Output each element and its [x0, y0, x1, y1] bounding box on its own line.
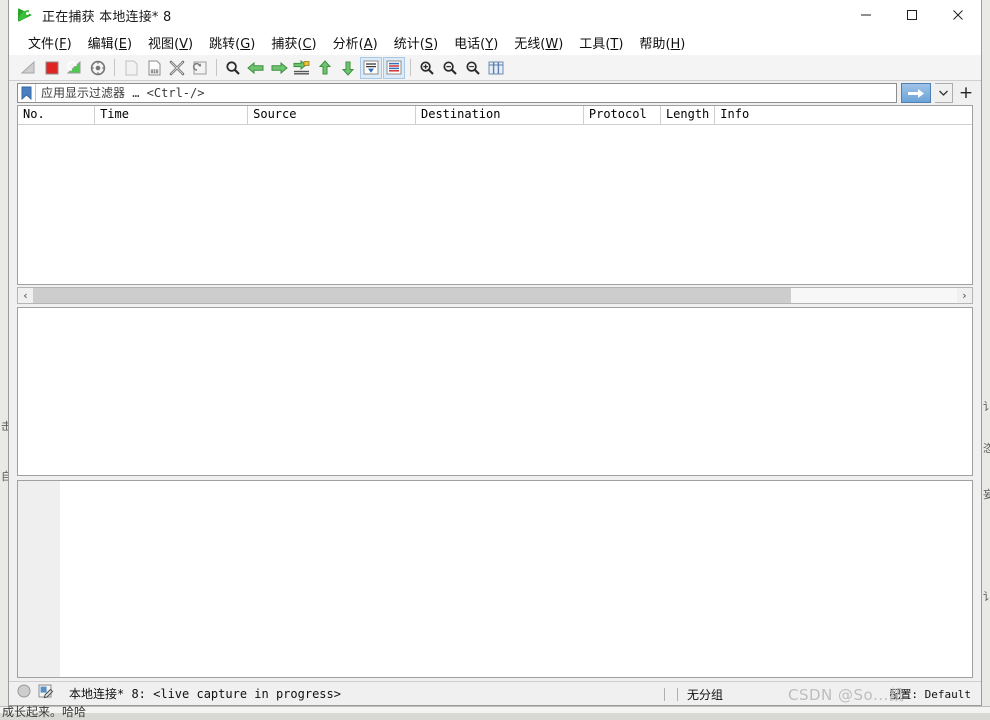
display-filter-bar: + — [9, 81, 981, 105]
svg-text:010: 010 — [150, 69, 158, 74]
background-text-fragment: 妄 — [983, 486, 990, 502]
go-back-button[interactable] — [245, 57, 267, 79]
toolbar-separator — [114, 59, 115, 76]
menu-item-view[interactable]: 视图(V) — [140, 30, 201, 55]
close-icon[interactable] — [935, 0, 981, 30]
apply-filter-button[interactable] — [901, 83, 931, 103]
wireshark-main-window: 正在捕获 本地连接* 8 文件(F) 编辑(E) 视图(V) 跳转(G) 捕获(… — [8, 0, 982, 706]
stop-capture-button[interactable] — [41, 57, 63, 79]
menu-item-tools[interactable]: 工具(T) — [571, 30, 631, 55]
bytes-hex-column[interactable] — [60, 481, 972, 677]
toolbar-separator — [216, 59, 217, 76]
status-divider — [664, 688, 665, 701]
packet-list-rows[interactable] — [18, 125, 972, 284]
menu-item-go[interactable]: 跳转(G) — [201, 30, 263, 55]
status-bar-middle: 无分组 — [664, 682, 723, 706]
column-header-no[interactable]: No. — [18, 106, 95, 124]
background-text-fragment: 讠 — [983, 398, 990, 414]
open-file-button[interactable] — [120, 57, 142, 79]
packet-group-label[interactable]: 无分组 — [687, 686, 723, 703]
go-to-packet-button[interactable] — [291, 57, 313, 79]
column-header-info[interactable]: Info — [715, 106, 972, 124]
menu-item-telephony[interactable]: 电话(Y) — [446, 30, 506, 55]
scrollbar-thumb[interactable] — [33, 288, 791, 303]
menu-item-file[interactable]: 文件(F) — [20, 30, 80, 55]
restart-capture-button[interactable] — [64, 57, 86, 79]
go-to-last-button[interactable] — [337, 57, 359, 79]
close-file-button[interactable] — [166, 57, 188, 79]
go-to-first-button[interactable] — [314, 57, 336, 79]
go-forward-button[interactable] — [268, 57, 290, 79]
column-header-destination[interactable]: Destination — [416, 106, 584, 124]
maximize-icon[interactable] — [889, 0, 935, 30]
capture-options-button[interactable] — [87, 57, 109, 79]
capture-status-circle-icon[interactable] — [17, 684, 31, 703]
status-bar-left: 本地连接* 8: <live capture in progress> — [17, 684, 341, 704]
minimize-icon[interactable] — [843, 0, 889, 30]
display-filter-input[interactable] — [36, 84, 896, 102]
menu-bar: 文件(F) 编辑(E) 视图(V) 跳转(G) 捕获(C) 分析(A) 统计(S… — [9, 30, 981, 55]
packet-bytes-pane[interactable] — [17, 480, 973, 678]
background-taskbar-strip — [0, 706, 990, 713]
background-text-fragment: 恣 — [983, 440, 990, 456]
column-header-length[interactable]: Length — [661, 106, 715, 124]
status-bar: 本地连接* 8: <live capture in progress> 无分组 … — [9, 681, 981, 705]
zoom-out-button[interactable] — [439, 57, 461, 79]
find-packet-button[interactable] — [222, 57, 244, 79]
packet-list-pane[interactable]: No. Time Source Destination Protocol Len… — [17, 105, 973, 285]
chevron-right-icon[interactable]: › — [957, 288, 972, 303]
window-controls — [843, 0, 981, 30]
menu-item-statistics[interactable]: 统计(S) — [386, 30, 446, 55]
add-filter-button[interactable]: + — [957, 83, 975, 103]
column-header-time[interactable]: Time — [95, 106, 248, 124]
main-toolbar: 010 — [9, 55, 981, 81]
menu-item-analyze[interactable]: 分析(A) — [325, 30, 386, 55]
background-text-fragment: 讠 — [983, 588, 990, 604]
packet-list-header: No. Time Source Destination Protocol Len… — [18, 106, 972, 125]
bookmark-icon[interactable] — [18, 84, 36, 102]
resize-columns-button[interactable] — [485, 57, 507, 79]
zoom-reset-button[interactable] — [462, 57, 484, 79]
window-title: 正在捕获 本地连接* 8 — [42, 6, 171, 25]
wireshark-shark-fin-icon — [18, 7, 34, 23]
menu-item-help[interactable]: 帮助(H) — [631, 30, 693, 55]
capture-comment-icon[interactable] — [38, 684, 54, 704]
display-filter-input-wrap — [17, 83, 897, 103]
packet-list-horizontal-scrollbar[interactable]: ‹ › — [17, 287, 973, 304]
chevron-left-icon[interactable]: ‹ — [18, 288, 33, 303]
status-divider — [677, 688, 678, 701]
packet-detail-pane[interactable] — [17, 307, 973, 476]
bytes-offset-column — [18, 481, 60, 677]
menu-item-capture[interactable]: 捕获(C) — [263, 30, 324, 55]
auto-scroll-button[interactable] — [360, 57, 382, 79]
title-bar: 正在捕获 本地连接* 8 — [9, 0, 981, 30]
chevron-down-icon[interactable] — [935, 83, 953, 103]
menu-item-wireless[interactable]: 无线(W) — [506, 30, 571, 55]
column-header-protocol[interactable]: Protocol — [584, 106, 661, 124]
reload-file-button[interactable] — [189, 57, 211, 79]
toolbar-separator — [410, 59, 411, 76]
column-header-source[interactable]: Source — [248, 106, 416, 124]
scrollbar-track[interactable] — [33, 288, 957, 303]
zoom-in-button[interactable] — [416, 57, 438, 79]
save-file-button[interactable]: 010 — [143, 57, 165, 79]
capture-status-text: 本地连接* 8: <live capture in progress> — [69, 685, 341, 702]
start-capture-button[interactable] — [18, 57, 40, 79]
colorize-button[interactable] — [383, 57, 405, 79]
menu-item-edit[interactable]: 编辑(E) — [80, 30, 140, 55]
profile-label[interactable]: 配置: Default — [889, 682, 971, 706]
